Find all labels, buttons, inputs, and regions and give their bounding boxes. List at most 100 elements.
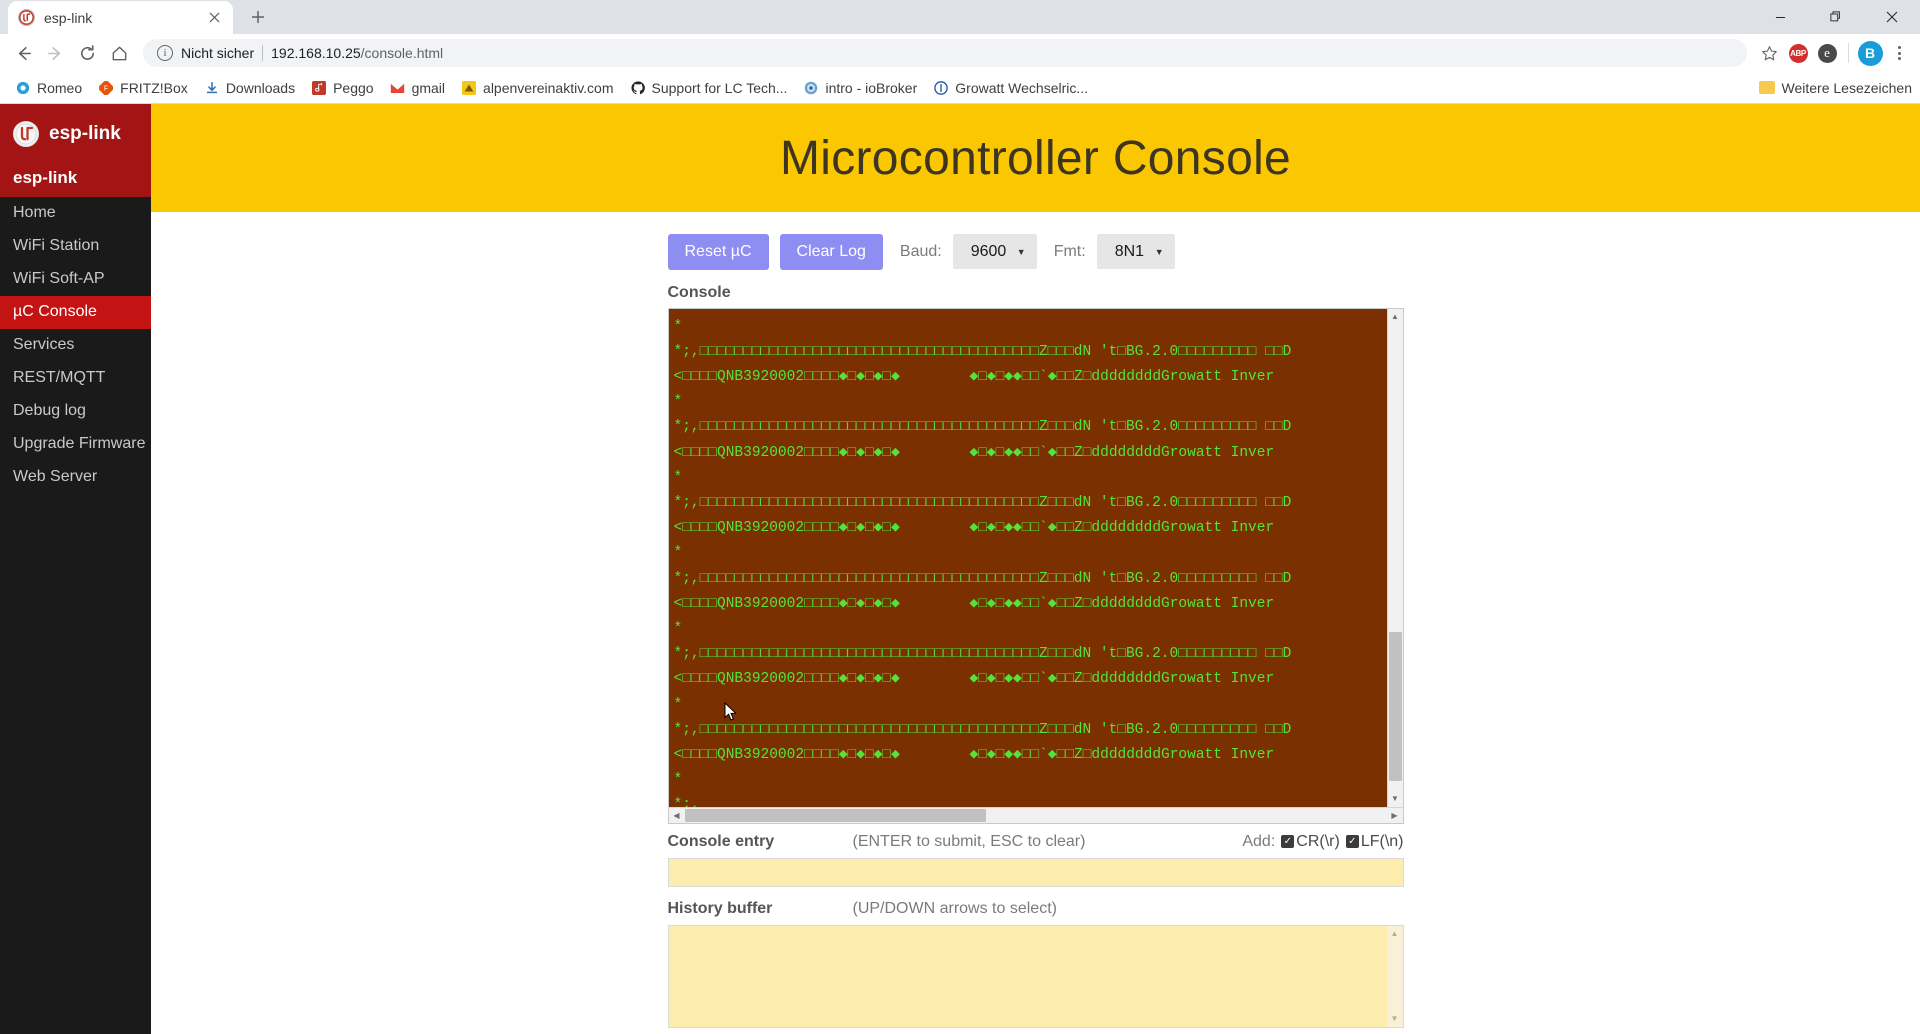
page-banner: Microcontroller Console — [151, 104, 1920, 212]
sidebar-item-upgrade-firmware[interactable]: Upgrade Firmware — [0, 428, 151, 461]
e-extension-label: e — [1817, 43, 1837, 63]
window-close-icon[interactable] — [1864, 0, 1920, 34]
add-label: Add: — [1242, 832, 1276, 850]
console-entry-hint: (ENTER to submit, ESC to clear) — [852, 832, 1086, 850]
toolbar-divider — [1848, 43, 1849, 63]
kebab-menu-icon[interactable] — [1886, 40, 1912, 66]
fmt-select[interactable]: 8N1 — [1096, 234, 1175, 270]
scroll-left-arrow[interactable]: ◀ — [669, 808, 685, 823]
tab-esp-link[interactable]: esp-link — [8, 1, 233, 34]
console-log-text: * *;,□□□□□□□□□□□□□□□□□□□□□□□□□□□□□□□□□□□… — [668, 308, 1387, 807]
lf-checkbox[interactable]: ✓ — [1345, 835, 1359, 849]
bookmark-downloads[interactable]: Downloads — [197, 77, 302, 99]
sidebar-item-web-server[interactable]: Web Server — [0, 461, 151, 494]
bookmark-romeo[interactable]: Romeo — [8, 77, 89, 99]
maximize-icon[interactable] — [1808, 0, 1864, 34]
console-vscroll-thumb[interactable] — [1388, 632, 1402, 782]
home-icon[interactable] — [104, 38, 134, 68]
peggo-favicon — [311, 80, 327, 96]
console-hscroll-track[interactable] — [684, 808, 1387, 823]
url-host: 192.168.10.25 — [271, 45, 361, 61]
tab-title: esp-link — [44, 9, 93, 26]
abp-icon[interactable]: ABP — [1785, 40, 1811, 66]
url-text: 192.168.10.25/console.html — [271, 45, 443, 61]
romeo-favicon — [15, 80, 31, 96]
console-controls: Reset µC Clear Log Baud: 9600 ▼ Fmt: 8N1… — [667, 234, 1404, 270]
baud-select-wrapper: 9600 ▼ — [952, 234, 1037, 270]
security-status-label: Nicht sicher — [181, 45, 255, 61]
cr-checkbox-item[interactable]: ✓ CR(\r) — [1281, 833, 1340, 851]
console-vscroll-track[interactable] — [1388, 325, 1403, 791]
scroll-up-arrow[interactable]: ▲ — [1387, 926, 1403, 942]
folder-icon — [1758, 81, 1775, 94]
bookmark-label: Downloads — [225, 79, 296, 96]
bookmark-alpenvereinaktiv[interactable]: alpenvereinaktiv.com — [454, 77, 620, 99]
panel-container: Reset µC Clear Log Baud: 9600 ▼ Fmt: 8N1… — [667, 234, 1404, 1028]
minimize-icon[interactable] — [1752, 0, 1808, 34]
lf-checkbox-item[interactable]: ✓ LF(\n) — [1345, 833, 1404, 851]
star-icon[interactable] — [1756, 40, 1782, 66]
bookmark-label: Support for LC Tech... — [651, 79, 788, 96]
history-buffer-row: History buffer (UP/DOWN arrows to select… — [668, 900, 1404, 918]
bookmark-label: alpenvereinaktiv.com — [483, 79, 614, 96]
gmail-favicon — [390, 80, 406, 96]
bookmark-label: Growatt Wechselric... — [955, 79, 1089, 96]
esp-link-favicon — [18, 9, 35, 26]
baud-label: Baud: — [899, 242, 942, 260]
alpenverein-favicon — [461, 80, 477, 96]
console-body: * *;,□□□□□□□□□□□□□□□□□□□□□□□□□□□□□□□□□□□… — [668, 308, 1403, 807]
download-icon — [204, 80, 220, 96]
bookmark-fritzbox[interactable]: F FRITZ!Box — [91, 77, 195, 99]
history-vertical-scrollbar[interactable]: ▲ ▼ — [1386, 925, 1403, 1027]
history-buffer-area[interactable]: ▲ ▼ — [667, 924, 1404, 1028]
bookmark-intro-iobroker[interactable]: intro - ioBroker — [796, 77, 924, 99]
scroll-up-arrow[interactable]: ▲ — [1388, 309, 1403, 325]
bookmark-support-lc-tech[interactable]: Support for LC Tech... — [623, 77, 795, 99]
console-hscroll-thumb[interactable] — [684, 808, 987, 822]
sidebar-item-services[interactable]: Services — [0, 329, 151, 362]
scroll-right-arrow[interactable]: ▶ — [1387, 808, 1403, 823]
bookmarks-overflow-label: Weitere Lesezeichen — [1781, 79, 1912, 96]
scroll-down-arrow[interactable]: ▼ — [1387, 1011, 1403, 1027]
abp-label: ABP — [1788, 43, 1808, 63]
history-buffer-label: History buffer — [667, 899, 773, 917]
esp-link-logo — [13, 120, 39, 147]
reload-icon[interactable] — [72, 38, 102, 68]
bookmark-growatt[interactable]: Growatt Wechselric... — [926, 77, 1095, 99]
clear-log-button[interactable]: Clear Log — [779, 234, 883, 270]
reset-mcu-button[interactable]: Reset µC — [667, 234, 769, 270]
address-bar[interactable]: i Nicht sicher 192.168.10.25/console.htm… — [143, 39, 1747, 67]
baud-select[interactable]: 9600 — [952, 234, 1037, 270]
browser-toolbar: i Nicht sicher 192.168.10.25/console.htm… — [0, 34, 1920, 72]
bookmarks-overflow[interactable]: Weitere Lesezeichen — [1758, 79, 1912, 96]
sidebar-item-wifi-station[interactable]: WiFi Station — [0, 230, 151, 263]
console-entry-row: Console entry (ENTER to submit, ESC to c… — [668, 833, 1404, 851]
sidebar-item-rest-mqtt[interactable]: REST/MQTT — [0, 362, 151, 395]
sidebar-item-home[interactable]: Home — [0, 197, 151, 230]
sidebar-item-wifi-soft-ap[interactable]: WiFi Soft-AP — [0, 263, 151, 296]
sidebar-item-debug-log[interactable]: Debug log — [0, 395, 151, 428]
bookmark-label: Peggo — [333, 79, 374, 96]
sidebar-item-uc-console[interactable]: µC Console — [0, 296, 151, 329]
bookmark-peggo[interactable]: Peggo — [304, 77, 380, 99]
console-output-area[interactable]: * *;,□□□□□□□□□□□□□□□□□□□□□□□□□□□□□□□□□□□… — [667, 307, 1404, 824]
bookmark-label: Romeo — [37, 79, 83, 96]
toolbar-right-group: ABP e B — [1756, 40, 1912, 66]
cr-checkbox[interactable]: ✓ — [1281, 835, 1295, 849]
profile-avatar[interactable]: B — [1857, 40, 1883, 66]
scroll-down-arrow[interactable]: ▼ — [1388, 791, 1403, 807]
arrow-right-icon[interactable] — [40, 38, 70, 68]
close-icon[interactable] — [205, 9, 223, 27]
info-circle-icon[interactable]: i — [157, 45, 173, 61]
e-extension-icon[interactable]: e — [1814, 40, 1840, 66]
arrow-left-icon[interactable] — [8, 38, 38, 68]
page-content: esp-link esp-link Home WiFi Station WiFi… — [0, 104, 1920, 1034]
bookmark-gmail[interactable]: gmail — [383, 77, 452, 99]
brand-header[interactable]: esp-link — [0, 104, 151, 163]
console-horizontal-scrollbar[interactable]: ◀ ▶ — [668, 806, 1403, 823]
bookmarks-bar: Romeo F FRITZ!Box Downloads Peggo gmail — [0, 72, 1920, 104]
browser-window: esp-link i Nicht sicher 192.168.10.25/co… — [0, 0, 1920, 1034]
console-vertical-scrollbar[interactable]: ▲ ▼ — [1386, 308, 1403, 807]
console-entry-input[interactable] — [667, 857, 1404, 887]
new-tab-button[interactable] — [243, 2, 273, 32]
